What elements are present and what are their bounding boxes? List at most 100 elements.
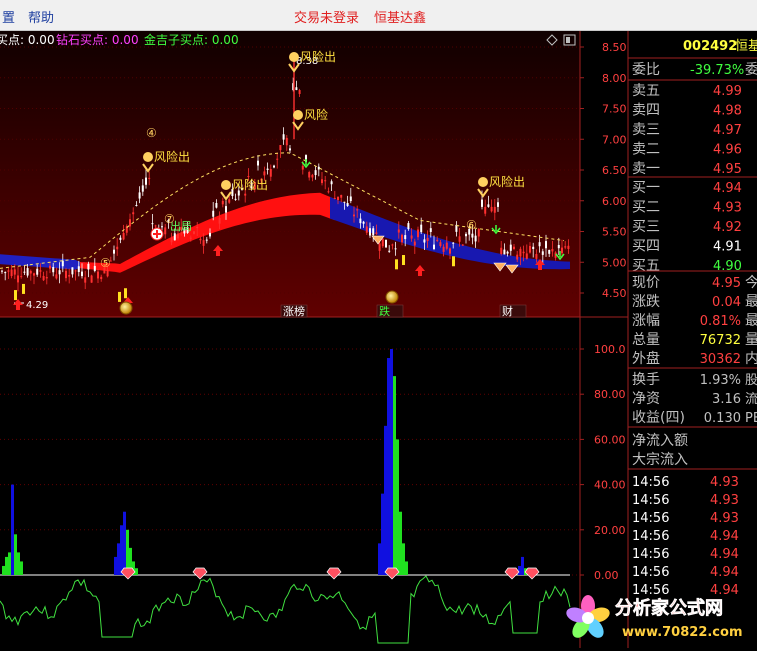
candle-body [359, 218, 362, 224]
candle-body [509, 244, 512, 251]
candle-body [164, 227, 167, 235]
candle-body [529, 245, 531, 253]
bid-price: 4.91 [713, 240, 742, 255]
maximize-icon-inner [566, 37, 570, 43]
candle-body [298, 90, 301, 94]
tick-time: 14:56 [632, 565, 669, 580]
candle-body [282, 134, 285, 140]
candle-body [525, 253, 528, 259]
candle-body [193, 231, 195, 234]
candle-body [519, 248, 522, 257]
candle-body [234, 198, 237, 200]
candle-body [36, 268, 39, 275]
volume-bar [399, 511, 402, 575]
weibi-right: 委 [745, 62, 757, 78]
menu-help[interactable]: 帮助 [28, 7, 54, 26]
candle-body [445, 242, 448, 249]
candle-body [170, 237, 173, 243]
broker-name: 恒基达鑫 [374, 11, 427, 26]
volume-bar [384, 425, 387, 575]
low-label: 4.29 [26, 300, 48, 311]
ask-price: 4.99 [713, 84, 742, 99]
watermark-url: www.70822.com [622, 625, 743, 640]
stat-value: 4.95 [712, 276, 741, 291]
risk-signal-label: 风险出 [489, 174, 525, 189]
chart-canvas[interactable]: 买点: 0.00 钻石买点: 0.00 金吉子买点: 0.00 8.50 8.00 7.… [0, 31, 757, 648]
risk-icon [143, 152, 153, 162]
candle-body [218, 218, 221, 224]
candle-body [55, 274, 58, 279]
candle-body [497, 202, 499, 207]
ask-price: 4.97 [713, 123, 742, 138]
candle-body [161, 226, 163, 228]
ask-label: 卖三 [632, 122, 660, 138]
candle-body [196, 227, 199, 229]
candle-body [122, 232, 125, 240]
candle-body [295, 87, 298, 91]
candle-body [71, 267, 74, 275]
candle-body [209, 232, 211, 237]
candle-body [449, 248, 451, 254]
candle-body [199, 238, 202, 241]
volume-bar [390, 349, 393, 575]
candle-body [81, 271, 83, 277]
candle-body [401, 234, 403, 243]
indicator-1: 钻石买点: 0.00 [56, 32, 139, 47]
candle-body [407, 223, 410, 230]
menu-settings[interactable]: 置 [2, 7, 15, 26]
bid-label: 买三 [632, 219, 660, 235]
stat-right: 内 [745, 351, 757, 367]
bottom-tag: 财 [499, 304, 527, 318]
candle-body [61, 260, 64, 267]
candle-body [429, 228, 432, 232]
watermark-title: 分析家公式网 [615, 597, 723, 619]
upper-tick-label: 6.50 [602, 164, 627, 177]
candle-body [269, 169, 272, 177]
bid-price: 4.92 [713, 220, 742, 235]
candle-body [356, 209, 359, 211]
flow-label: 净流入额 [632, 433, 688, 449]
candle-body [349, 196, 352, 202]
ask-label: 卖四 [632, 103, 660, 119]
candle-body [490, 206, 493, 212]
candle-body [87, 263, 90, 270]
candle-body [506, 251, 509, 254]
stat-right: 最 [745, 313, 757, 329]
candle-body [548, 249, 551, 254]
volume-bar [393, 376, 396, 575]
bid-price: 4.93 [713, 201, 742, 216]
stat2-label: 换手 [632, 371, 660, 388]
stat2-right: 股 [745, 373, 757, 388]
candle-body [132, 212, 135, 215]
tick-price: 4.93 [710, 475, 739, 490]
circled-number: ⑤ [100, 256, 111, 270]
stat2-right: PE [745, 411, 757, 426]
bid-label: 买一 [632, 180, 660, 196]
stat2-value: 0.130 [704, 411, 741, 426]
candle-body [385, 239, 387, 248]
volume-bar [2, 565, 5, 575]
stat-label: 涨幅 [632, 313, 660, 329]
candle-body [452, 242, 455, 244]
candle-body [257, 160, 259, 166]
candle-body [433, 244, 435, 250]
chart-area[interactable]: 买点: 0.00 钻石买点: 0.00 金吉子买点: 0.00 8.50 8.00 7.… [0, 31, 757, 648]
candle-body [202, 240, 205, 246]
candle-body [58, 270, 61, 275]
candle-body [442, 246, 445, 252]
candle-body [177, 233, 179, 239]
candle-body [340, 194, 343, 198]
trade-status[interactable]: 交易未登录 [294, 7, 359, 26]
candle-body [311, 174, 314, 178]
candle-body [244, 193, 247, 196]
yellow-candle [124, 288, 127, 299]
candle-body [84, 277, 87, 283]
volume-bar [11, 484, 14, 575]
bid-price: 4.90 [713, 259, 742, 274]
candle-body [266, 168, 269, 170]
volume-bar [8, 552, 11, 575]
candle-body [10, 269, 13, 277]
candle-body [471, 233, 474, 238]
candle-body [212, 210, 215, 217]
volume-bar [5, 556, 8, 575]
